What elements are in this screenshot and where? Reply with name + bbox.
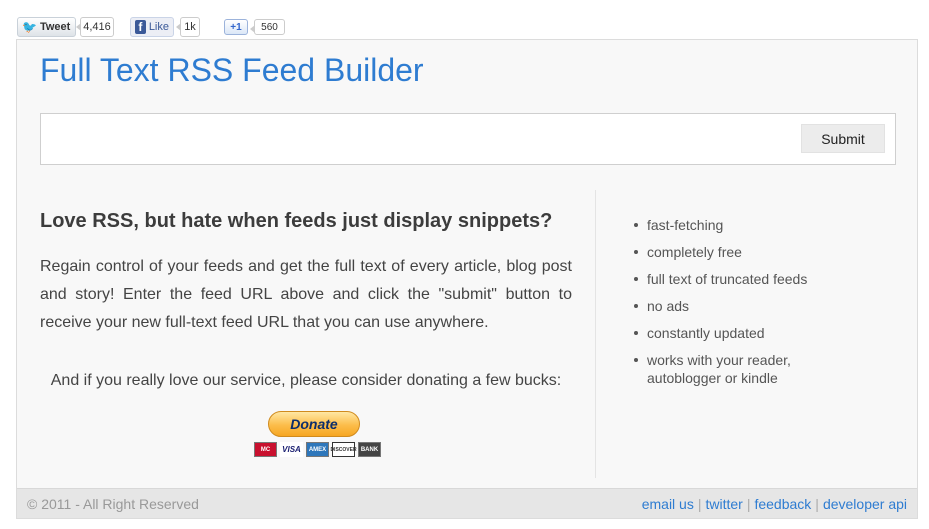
donate-text: And if you really love our service, plea… — [50, 372, 562, 389]
footer-links: email us | twitter | feedback | develope… — [642, 496, 907, 512]
like-count: 1k — [176, 17, 200, 37]
feature-list: fast-fetching completely free full text … — [631, 216, 821, 396]
like-label: Like — [148, 21, 169, 33]
page-title: Full Text RSS Feed Builder — [40, 52, 424, 88]
bank-icon: BANK — [358, 442, 381, 457]
feedback-link[interactable]: feedback — [754, 496, 811, 512]
link-separator: | — [746, 496, 751, 512]
feature-item: full text of truncated feeds — [631, 270, 821, 288]
email-us-link[interactable]: email us — [642, 496, 694, 512]
amex-icon: AMEX — [306, 442, 329, 457]
tweet-label: Tweet — [39, 21, 71, 33]
feature-item: constantly updated — [631, 324, 821, 342]
facebook-icon: f — [135, 20, 146, 34]
tweet-count: 4,416 — [76, 17, 114, 37]
twitter-bird-icon: 🐦 — [22, 20, 37, 34]
plusone-count: 560 — [250, 19, 285, 35]
link-separator: | — [697, 496, 702, 512]
link-separator: | — [815, 496, 819, 512]
visa-icon: VISA — [280, 442, 303, 457]
feature-item: fast-fetching — [631, 216, 821, 234]
google-plusone-button[interactable]: +1 — [224, 19, 248, 35]
payment-cards: MC VISA AMEX DISCOVER BANK — [254, 442, 381, 457]
discover-icon: DISCOVER — [330, 442, 357, 457]
submit-button[interactable]: Submit — [801, 124, 885, 153]
donate-button[interactable]: Donate — [268, 411, 360, 437]
copyright-text: © 2011 - All Right Reserved — [27, 496, 199, 512]
plusone-label: +1 — [230, 21, 242, 33]
tweet-button[interactable]: 🐦 Tweet — [17, 17, 76, 37]
column-divider — [595, 190, 596, 478]
feature-item: no ads — [631, 297, 821, 315]
feed-url-input[interactable] — [47, 122, 787, 156]
intro-headline: Love RSS, but hate when feeds just displ… — [40, 210, 553, 232]
developer-api-link[interactable]: developer api — [823, 496, 907, 512]
feature-item: completely free — [631, 243, 821, 261]
mastercard-icon: MC — [254, 442, 277, 457]
intro-text: Regain control of your feeds and get the… — [40, 258, 572, 331]
footer: © 2011 - All Right Reserved email us | t… — [17, 488, 917, 518]
feed-url-form: Submit — [40, 113, 896, 165]
main-panel: Full Text RSS Feed Builder Submit Love R… — [16, 39, 918, 519]
feature-item: works with your reader, autoblogger or k… — [631, 351, 821, 387]
facebook-like-button[interactable]: f Like — [130, 17, 174, 37]
twitter-link[interactable]: twitter — [705, 496, 742, 512]
